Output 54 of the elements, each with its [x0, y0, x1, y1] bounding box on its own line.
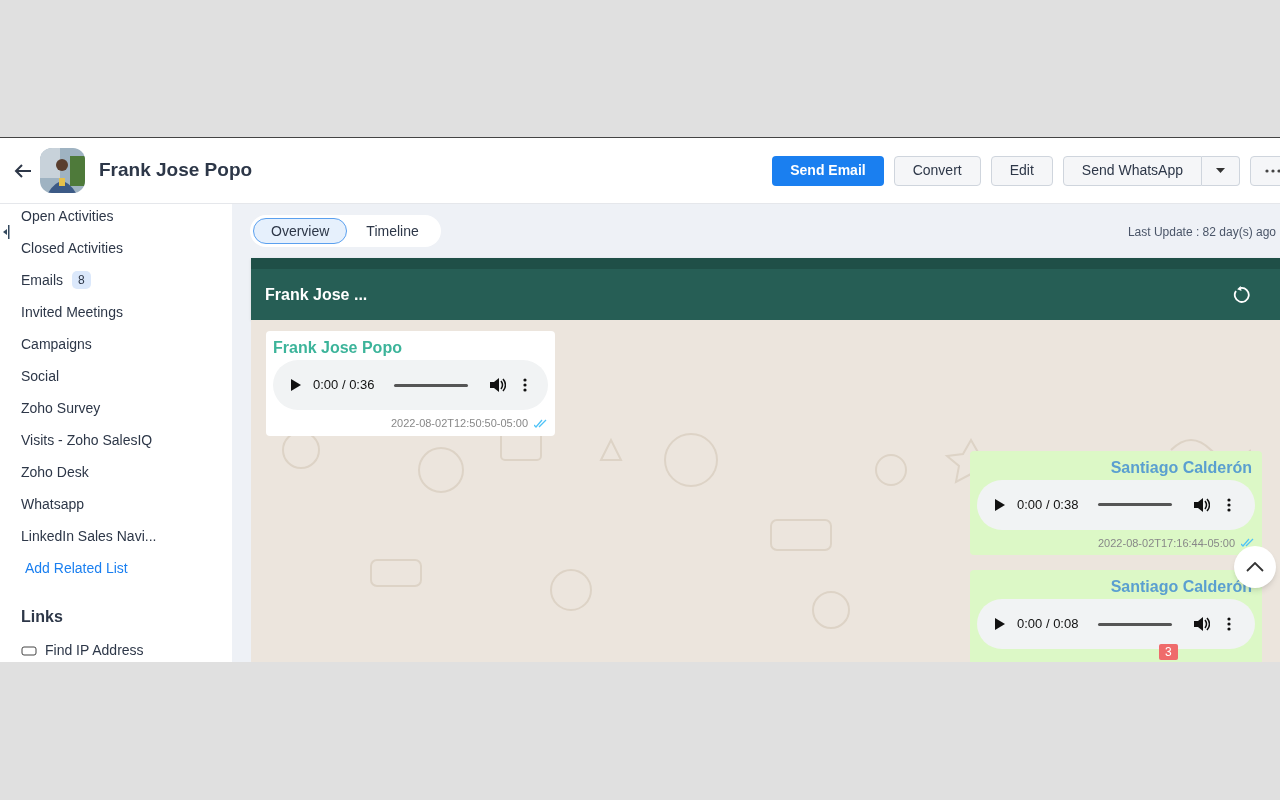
tab[interactable]: Timeline — [347, 218, 438, 244]
dropdown-button[interactable] — [1202, 155, 1240, 186]
audio-progress-track[interactable] — [394, 383, 469, 387]
audio-time: 0:00 / 0:38 — [1017, 495, 1079, 514]
related-list-item[interactable]: LinkedIn Sales Navi... — [21, 525, 157, 547]
links-heading: Links — [20, 607, 64, 627]
collapse-icon[interactable] — [2, 225, 10, 239]
audio-player[interactable]: 0:00 / 0:36 — [273, 360, 548, 410]
play-icon[interactable] — [995, 498, 1005, 511]
message-timestamp: 2022-08-02T12:50:50-05:00 — [391, 416, 528, 431]
related-list-item[interactable]: Invited Meetings — [21, 301, 123, 323]
more-vertical-icon[interactable] — [1227, 497, 1232, 512]
tab[interactable]: Overview — [253, 218, 348, 244]
related-list-item[interactable]: Open Activities — [21, 205, 114, 227]
link-icon — [21, 645, 37, 656]
sender-name: Frank Jose Popo — [273, 338, 403, 358]
add-related-list-link[interactable]: Add Related List — [0, 552, 232, 584]
audio-progress-track[interactable] — [1098, 622, 1173, 626]
more-icon — [1265, 168, 1280, 173]
sender-name: Santiago Calderón — [1110, 577, 1252, 597]
caret-icon — [1216, 168, 1225, 173]
audio-progress-track[interactable] — [1098, 503, 1173, 506]
chevron-up-icon — [1246, 562, 1264, 572]
record-name: Frank Jose Popo — [99, 158, 253, 183]
message-timestamp: 2022-08-02T17:16:44-05:00 — [1098, 535, 1235, 551]
chat-title: Frank Jose ... — [265, 284, 368, 305]
related-list-item[interactable]: Zoho Desk — [21, 461, 89, 483]
link-item[interactable]: Find IP Address — [45, 640, 144, 661]
audio-time: 0:00 / 0:08 — [1017, 615, 1079, 634]
more-vertical-icon[interactable] — [1227, 617, 1232, 631]
related-list-item[interactable]: Campaigns — [21, 333, 92, 355]
send-email-button[interactable]: Send Email — [772, 155, 884, 186]
audio-player[interactable]: 0:00 / 0:38 — [977, 479, 1255, 530]
unread-badge: 3 — [1159, 644, 1178, 660]
related-list-item[interactable]: Visits - Zoho SalesIQ — [21, 429, 153, 451]
volume-icon[interactable] — [1194, 497, 1211, 512]
action-button[interactable]: Convert — [893, 155, 981, 186]
related-list-item[interactable]: Whatsapp — [21, 493, 85, 515]
play-icon[interactable] — [291, 379, 301, 391]
related-list-item[interactable]: Zoho Survey — [21, 397, 101, 419]
last-update-text: Last Update : 82 day(s) ago — [1127, 224, 1276, 241]
send-whatsapp-button[interactable]: Send WhatsApp — [1062, 155, 1202, 186]
count-badge: 8 — [72, 271, 91, 289]
related-list-item[interactable]: Emails — [21, 269, 63, 291]
related-list-item[interactable]: Closed Activities — [21, 237, 123, 259]
action-button[interactable]: Edit — [990, 155, 1053, 186]
related-list-item[interactable]: Social — [21, 365, 60, 387]
audio-time: 0:00 / 0:36 — [313, 376, 375, 395]
sender-name: Santiago Calderón — [1110, 457, 1252, 478]
volume-icon[interactable] — [1194, 617, 1211, 631]
refresh-icon[interactable] — [1232, 285, 1250, 304]
volume-icon[interactable] — [490, 378, 507, 392]
more-vertical-icon[interactable] — [523, 378, 528, 392]
play-icon[interactable] — [995, 618, 1005, 630]
